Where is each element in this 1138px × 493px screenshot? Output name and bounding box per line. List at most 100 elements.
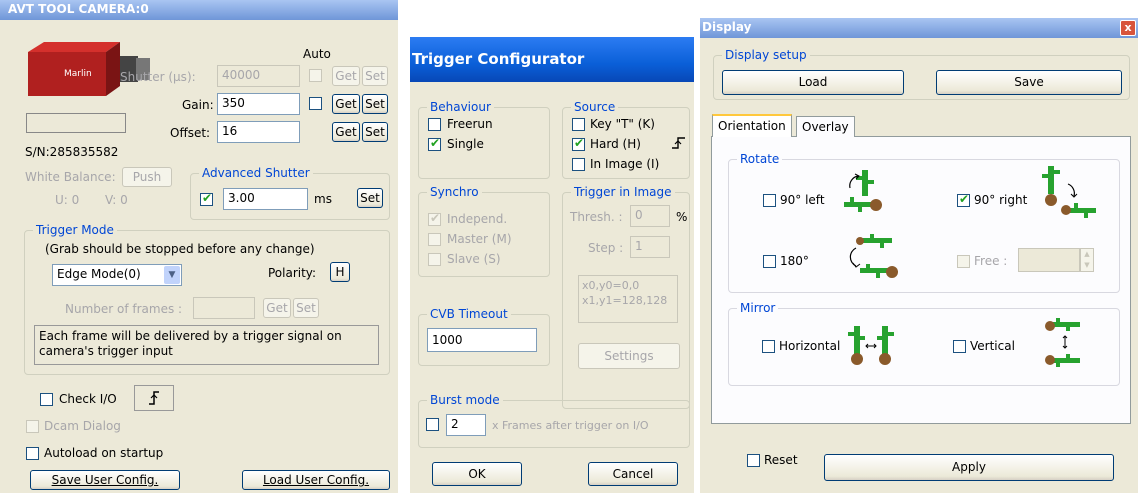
close-button[interactable]: x	[1120, 20, 1136, 36]
cvb-timeout-input[interactable]: 1000	[427, 328, 537, 352]
in-image-checkbox[interactable]	[572, 158, 585, 171]
key-t-checkbox[interactable]	[572, 118, 585, 131]
shutter-get-button[interactable]: Get	[332, 66, 360, 86]
camera-progress-bar	[26, 113, 126, 133]
rotate-90-right-label: 90° right	[974, 193, 1028, 207]
advanced-shutter-checkbox[interactable]: ✔	[200, 191, 213, 206]
shutter-set-button[interactable]: Set	[362, 66, 388, 86]
rotate-180-label: 180°	[780, 254, 809, 268]
coords-line1: x0,y0=0,0	[582, 279, 640, 292]
trigger-in-image-title: Trigger in Image	[571, 185, 675, 199]
display-window-titlebar[interactable]: Display	[700, 18, 1138, 38]
hard-checkbox[interactable]: ✔	[572, 136, 585, 151]
auto-label: Auto	[303, 47, 331, 61]
polarity-button[interactable]: H	[330, 262, 350, 282]
burst-mode-title: Burst mode	[427, 393, 503, 407]
offset-input[interactable]: 16	[217, 121, 300, 143]
edge-polarity-icon	[672, 137, 685, 149]
tab-orientation[interactable]: Orientation	[712, 114, 792, 137]
burst-mode-checkbox[interactable]	[426, 418, 439, 431]
behaviour-title: Behaviour	[427, 100, 494, 114]
frames-label: Number of frames :	[65, 302, 183, 316]
dcam-dialog-checkbox[interactable]	[26, 420, 39, 433]
rotate-90-left-label: 90° left	[780, 193, 825, 207]
free-rotate-input[interactable]	[1018, 248, 1080, 272]
v-label: V: 0	[105, 193, 128, 207]
free-rotate-checkbox[interactable]	[957, 255, 970, 268]
thresh-label: Thresh. :	[570, 210, 623, 224]
mirror-vertical-label: Vertical	[970, 339, 1015, 353]
camera-window: AVT TOOL CAMERA:0 Marlin Auto Shutter (µ…	[0, 0, 398, 493]
autoload-checkbox[interactable]	[26, 447, 39, 460]
tab-overlay[interactable]: Overlay	[796, 116, 855, 137]
trigger-window-titlebar[interactable]: Trigger Configurator	[410, 37, 694, 82]
camera-window-titlebar[interactable]: AVT TOOL CAMERA:0	[0, 0, 398, 20]
mirror-horizontal-checkbox[interactable]	[762, 340, 775, 353]
check-io-label: Check I/O	[59, 392, 117, 406]
check-io-edge-button[interactable]	[134, 385, 174, 411]
camera-window-title: AVT TOOL CAMERA:0	[8, 2, 149, 16]
trigger-description: Each frame will be delivered by a trigge…	[39, 329, 342, 358]
advanced-shutter-set-button[interactable]: Set	[357, 188, 383, 208]
apply-button[interactable]: Apply	[824, 454, 1114, 481]
burst-frames-input[interactable]: 2	[446, 414, 486, 436]
in-image-label: In Image (I)	[590, 157, 660, 171]
offset-set-button[interactable]: Set	[362, 122, 388, 142]
frames-set-button[interactable]: Set	[293, 298, 319, 318]
edge-polarity-icon	[149, 391, 159, 405]
mirror-horizontal-icon	[848, 326, 894, 365]
master-radio[interactable]	[428, 233, 441, 246]
shutter-auto-checkbox[interactable]	[309, 69, 322, 82]
u-value: 0	[71, 193, 80, 207]
trigger-mode-select[interactable]: Edge Mode(0) ▼	[52, 264, 182, 286]
slave-radio[interactable]	[428, 253, 441, 266]
shutter-input[interactable]: 40000	[217, 65, 300, 87]
independ-radio[interactable]: ✔	[428, 211, 441, 226]
rotate-right-icon	[1042, 166, 1096, 218]
cvb-timeout-title: CVB Timeout	[427, 307, 511, 321]
advanced-shutter-input[interactable]: 3.00	[223, 188, 308, 210]
master-label: Master (M)	[447, 232, 512, 246]
tab-orientation-label: Orientation	[718, 119, 786, 133]
offset-label: Offset:	[170, 126, 211, 140]
synchro-title: Synchro	[427, 185, 482, 199]
mirror-vertical-checkbox[interactable]	[953, 340, 966, 353]
save-user-config-button[interactable]: Save User Config.	[30, 470, 180, 490]
frames-get-button[interactable]: Get	[263, 298, 291, 318]
freerun-radio[interactable]	[428, 118, 441, 131]
white-balance-label: White Balance:	[25, 170, 116, 184]
load-button[interactable]: Load	[722, 70, 904, 95]
check-io-checkbox[interactable]	[40, 393, 53, 406]
step-input[interactable]: 1	[630, 236, 670, 258]
single-radio[interactable]: ✔	[428, 136, 441, 151]
save-button[interactable]: Save	[936, 70, 1122, 95]
settings-button[interactable]: Settings	[578, 343, 680, 369]
ok-button[interactable]: OK	[432, 462, 522, 486]
chevron-down-icon[interactable]: ▼	[164, 266, 180, 284]
frames-input[interactable]	[193, 297, 255, 319]
gain-set-button[interactable]: Set	[362, 94, 388, 114]
thresh-input[interactable]: 0	[630, 205, 670, 227]
reset-label: Reset	[764, 453, 798, 467]
gain-input[interactable]: 350	[217, 93, 300, 115]
rotate-180-checkbox[interactable]	[763, 255, 776, 268]
load-user-config-button[interactable]: Load User Config.	[242, 470, 390, 490]
coords-line2: x1,y1=128,128	[582, 294, 668, 307]
reset-checkbox[interactable]	[747, 454, 760, 467]
burst-mode-text: x Frames after trigger on I/O	[492, 419, 649, 432]
offset-get-button[interactable]: Get	[332, 122, 360, 142]
gain-auto-checkbox[interactable]	[309, 97, 322, 110]
hard-label: Hard (H)	[590, 137, 641, 151]
trigger-window-title: Trigger Configurator	[412, 50, 585, 68]
polarity-label: Polarity:	[268, 266, 317, 280]
white-balance-push-button[interactable]: Push	[122, 167, 172, 187]
trigger-mode-value: Edge Mode(0)	[57, 267, 141, 281]
coords-box: x0,y0=0,0 x1,y1=128,128	[578, 275, 678, 323]
rotate-90-left-checkbox[interactable]	[763, 194, 776, 207]
rotate-180-icon	[849, 234, 898, 278]
gain-get-button[interactable]: Get	[332, 94, 360, 114]
close-icon: x	[1124, 21, 1132, 34]
rotate-90-right-checkbox[interactable]: ✔	[957, 192, 970, 207]
cancel-button[interactable]: Cancel	[588, 462, 678, 486]
free-rotate-spinner[interactable]: ▲ ▼	[1080, 248, 1094, 272]
